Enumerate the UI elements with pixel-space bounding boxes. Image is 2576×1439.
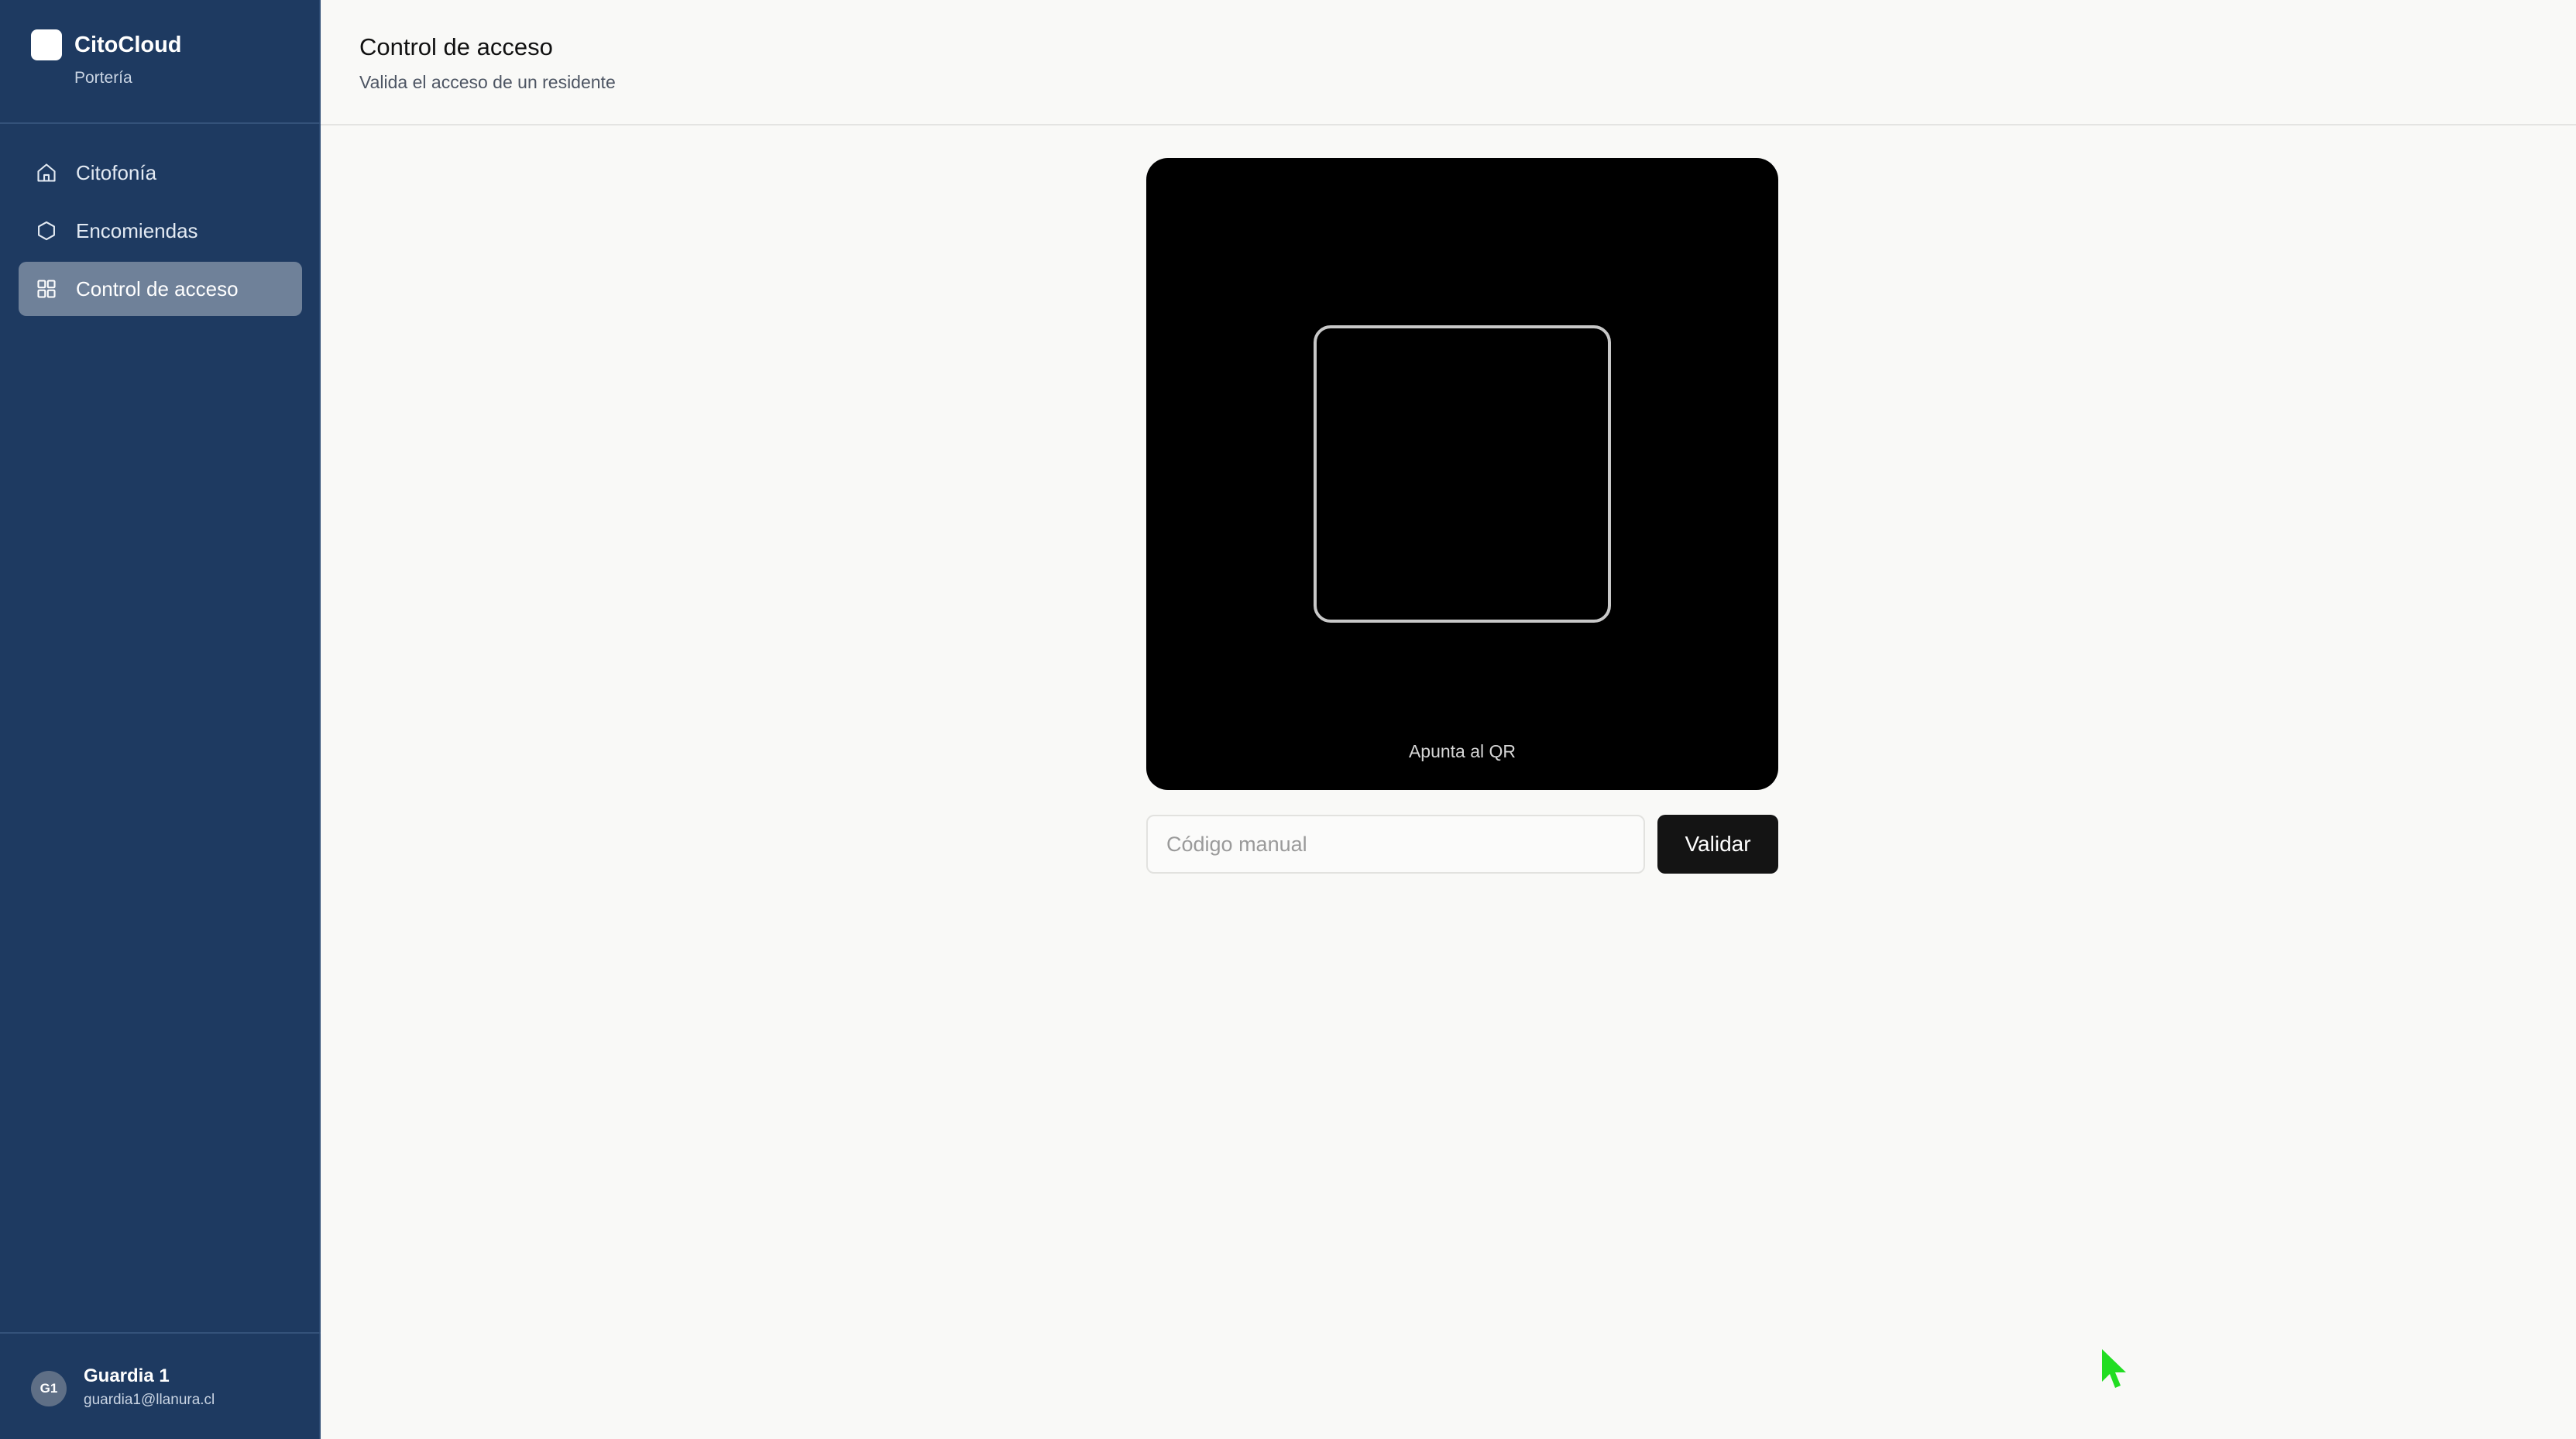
brand-header: CitoCloud Portería — [0, 0, 321, 124]
brand-subtitle: Portería — [74, 69, 132, 87]
user-email: guardia1@llanura.cl — [84, 1392, 215, 1408]
sidebar-item-label: Encomiendas — [76, 219, 198, 242]
qr-scan-frame — [1314, 325, 1611, 623]
sidebar-item-citofonia[interactable]: Citofonía — [19, 146, 302, 200]
brand-logo — [31, 29, 62, 60]
sidebar-item-control-de-acceso[interactable]: Control de acceso — [19, 262, 302, 316]
user-profile[interactable]: G1 Guardia 1 guardia1@llanura.cl — [0, 1332, 321, 1439]
sidebar-item-label: Citofonía — [76, 161, 157, 184]
validate-button[interactable]: Validar — [1657, 815, 1778, 874]
sidebar-item-label: Control de acceso — [76, 277, 239, 301]
page-title: Control de acceso — [359, 33, 553, 60]
avatar: G1 — [31, 1371, 67, 1406]
qr-scanner-viewport: Apunta al QR — [1146, 158, 1778, 790]
home-icon — [37, 163, 56, 182]
hexagon-icon — [38, 221, 55, 241]
mouse-pointer-icon — [2102, 1349, 2126, 1388]
brand-name: CitoCloud — [74, 33, 182, 57]
page-header: Control de acceso Valida el acceso de un… — [321, 0, 2576, 125]
grid-icon — [37, 280, 56, 298]
app-window: CitoCloud Portería Citofonía Encomiendas — [0, 0, 2576, 1439]
page-subtitle: Valida el acceso de un residente — [359, 72, 616, 92]
user-name: Guardia 1 — [84, 1365, 170, 1386]
sidebar-item-encomiendas[interactable]: Encomiendas — [19, 204, 302, 258]
sidebar: CitoCloud Portería Citofonía Encomiendas — [0, 0, 321, 1439]
scan-hint: Apunta al QR — [1408, 741, 1516, 761]
sidebar-nav: Citofonía Encomiendas Control de acceso — [19, 146, 302, 320]
manual-code-input[interactable] — [1146, 815, 1645, 874]
